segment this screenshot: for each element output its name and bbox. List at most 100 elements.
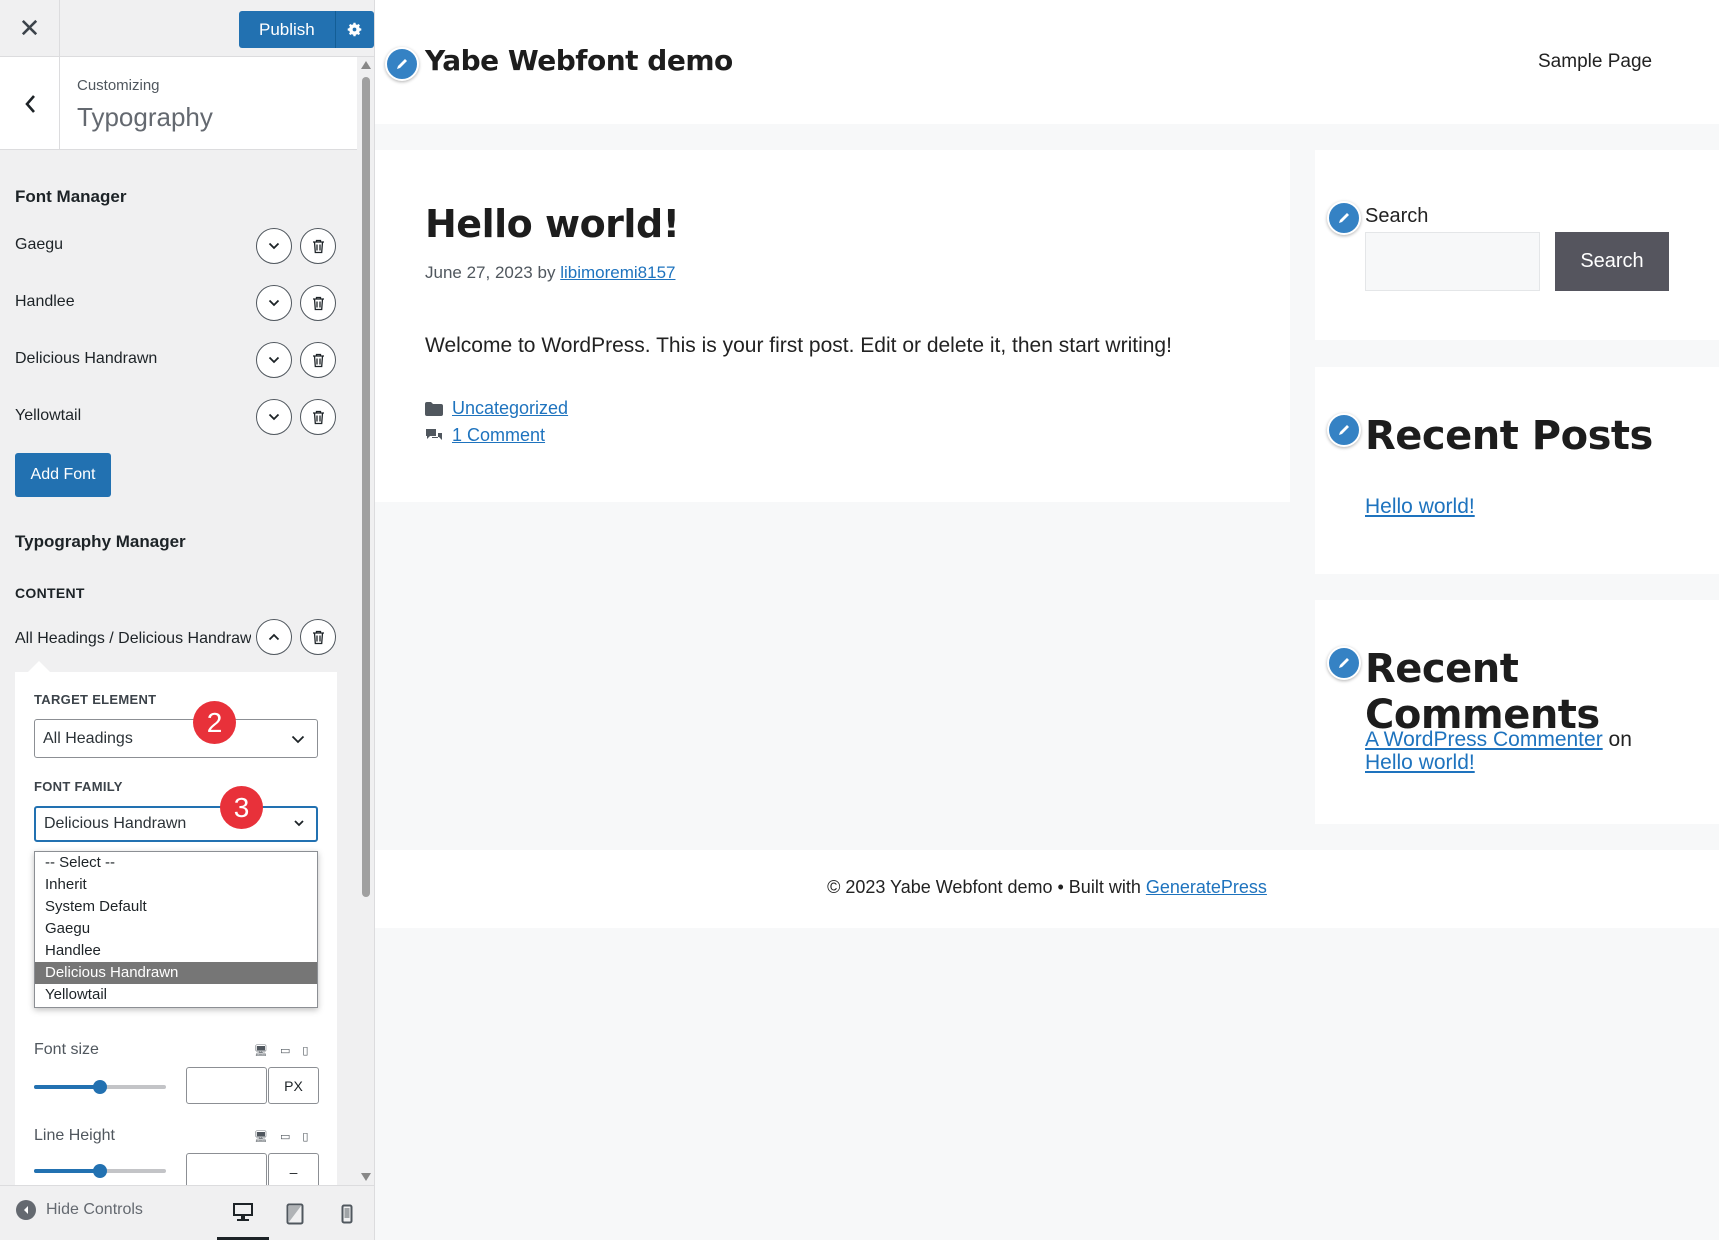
trash-icon bbox=[312, 410, 324, 424]
slider-handle[interactable] bbox=[93, 1080, 107, 1094]
post-meta: June 27, 2023 by libimoremi8157 bbox=[425, 263, 675, 283]
hide-controls-button[interactable]: Hide Controls bbox=[16, 1200, 143, 1220]
close-icon: ✕ bbox=[18, 13, 41, 43]
post-title[interactable]: Hello world! bbox=[425, 202, 680, 246]
edit-recent-posts-button[interactable] bbox=[1327, 413, 1361, 447]
font-family-option[interactable]: -- Select -- bbox=[35, 852, 317, 874]
font-name: Gaegu bbox=[15, 236, 64, 253]
font-family-option[interactable]: Handlee bbox=[35, 940, 317, 962]
footer-copyright: © 2023 Yabe Webfont demo • Built with bbox=[827, 877, 1141, 897]
chevron-left-icon bbox=[24, 94, 35, 113]
search-widget-label: Search bbox=[1365, 205, 1429, 227]
recent-posts-widget: Recent Posts Hello world! bbox=[1315, 367, 1719, 574]
delete-font-button[interactable] bbox=[300, 228, 336, 264]
trash-icon bbox=[312, 353, 324, 367]
edit-site-title-button[interactable] bbox=[385, 47, 419, 81]
post-author-link[interactable]: libimoremi8157 bbox=[560, 263, 675, 282]
trash-icon bbox=[312, 630, 324, 644]
target-element-value: All Headings bbox=[43, 729, 133, 747]
publish-settings-button[interactable] bbox=[335, 11, 374, 48]
expand-font-button[interactable] bbox=[256, 399, 292, 435]
font-row: Delicious Handrawn bbox=[15, 340, 340, 380]
comments-icon bbox=[426, 429, 442, 440]
trash-icon bbox=[312, 296, 324, 310]
section-title: Typography bbox=[77, 102, 213, 132]
post-comments-line: 1 Comment bbox=[425, 425, 545, 446]
edit-recent-comments-button[interactable] bbox=[1327, 646, 1361, 680]
preview-tablet-button[interactable] bbox=[269, 1186, 321, 1240]
line-height-slider[interactable] bbox=[34, 1164, 166, 1178]
slider-fill bbox=[34, 1169, 100, 1173]
chevron-up-icon bbox=[268, 633, 280, 641]
preview-desktop-button[interactable] bbox=[217, 1186, 269, 1240]
font-family-select[interactable]: Delicious Handrawn bbox=[34, 806, 318, 842]
post-body: Welcome to WordPress. This is your first… bbox=[425, 334, 1172, 357]
typography-rule-label[interactable]: All Headings / Delicious Handrawn bbox=[15, 630, 251, 648]
tablet-icon[interactable]: ▭ bbox=[280, 1130, 290, 1143]
add-font-button[interactable]: Add Font bbox=[15, 453, 111, 497]
recent-comments-widget: Recent Comments A WordPress Commenter on… bbox=[1315, 600, 1719, 824]
delete-rule-button[interactable] bbox=[300, 619, 336, 655]
font-size-unit-button[interactable]: PX bbox=[268, 1067, 319, 1104]
recent-post-link[interactable]: Hello world! bbox=[1365, 495, 1475, 519]
font-family-option[interactable]: Inherit bbox=[35, 874, 317, 896]
publish-button[interactable]: Publish bbox=[239, 11, 336, 48]
mobile-icon[interactable]: ▯ bbox=[302, 1044, 308, 1057]
gear-icon bbox=[347, 22, 362, 37]
chevron-down-icon bbox=[268, 299, 280, 307]
font-family-options-list[interactable]: -- Select -- Inherit System Default Gaeg… bbox=[34, 851, 318, 1008]
scroll-thumb[interactable] bbox=[362, 77, 370, 897]
font-family-value: Delicious Handrawn bbox=[44, 815, 187, 832]
font-size-slider[interactable] bbox=[34, 1080, 166, 1094]
expand-font-button[interactable] bbox=[256, 342, 292, 378]
tablet-icon[interactable]: ▭ bbox=[280, 1044, 290, 1057]
post-category-link[interactable]: Uncategorized bbox=[452, 398, 568, 419]
back-button[interactable] bbox=[0, 57, 60, 150]
search-button[interactable]: Search bbox=[1555, 232, 1669, 291]
close-button[interactable]: ✕ bbox=[0, 0, 60, 57]
sidebar-scrollbar[interactable] bbox=[357, 57, 374, 1185]
font-row: Gaegu bbox=[15, 226, 340, 266]
comment-post-link[interactable]: Hello world! bbox=[1365, 751, 1475, 774]
content-group-label: CONTENT bbox=[15, 585, 85, 601]
trash-icon bbox=[312, 239, 324, 253]
post-comments-link[interactable]: 1 Comment bbox=[452, 425, 545, 446]
delete-font-button[interactable] bbox=[300, 285, 336, 321]
nav-sample-page[interactable]: Sample Page bbox=[1538, 51, 1652, 73]
slider-handle[interactable] bbox=[93, 1164, 107, 1178]
delete-font-button[interactable] bbox=[300, 342, 336, 378]
mobile-icon[interactable]: ▯ bbox=[302, 1130, 308, 1143]
scroll-down-arrow-icon[interactable] bbox=[361, 1173, 371, 1181]
scroll-up-arrow-icon[interactable] bbox=[361, 61, 371, 69]
target-element-select[interactable]: All Headings bbox=[34, 719, 318, 758]
font-family-option-selected[interactable]: Delicious Handrawn bbox=[35, 962, 317, 984]
preview-mobile-button[interactable] bbox=[321, 1186, 373, 1240]
font-size-input[interactable] bbox=[186, 1067, 267, 1104]
site-title[interactable]: Yabe Webfont demo bbox=[425, 44, 733, 77]
customizer-footer: Hide Controls bbox=[0, 1185, 374, 1240]
delete-font-button[interactable] bbox=[300, 399, 336, 435]
pencil-icon bbox=[1339, 213, 1349, 223]
section-header: Customizing Typography bbox=[0, 57, 357, 150]
font-family-option[interactable]: Yellowtail bbox=[35, 984, 317, 1006]
footer-theme-link[interactable]: GeneratePress bbox=[1146, 877, 1267, 897]
font-size-label: Font size bbox=[34, 1041, 99, 1058]
recent-comments-title: Recent Comments bbox=[1365, 646, 1600, 738]
collapse-rule-button[interactable] bbox=[256, 619, 292, 655]
font-family-option[interactable]: System Default bbox=[35, 896, 317, 918]
folder-icon bbox=[425, 401, 443, 416]
desktop-icon[interactable]: 🖥 bbox=[254, 1130, 268, 1143]
step-badge-2: 2 bbox=[193, 701, 236, 744]
chevron-down-icon bbox=[268, 242, 280, 250]
recent-comment-entry: A WordPress Commenter on Hello world! bbox=[1365, 728, 1632, 774]
chevron-down-icon bbox=[268, 413, 280, 421]
font-family-option[interactable]: Gaegu bbox=[35, 918, 317, 940]
edit-search-widget-button[interactable] bbox=[1327, 201, 1361, 235]
expand-font-button[interactable] bbox=[256, 228, 292, 264]
site-header: Yabe Webfont demo Sample Page bbox=[375, 0, 1719, 124]
expand-font-button[interactable] bbox=[256, 285, 292, 321]
search-input[interactable] bbox=[1365, 232, 1540, 291]
publish-button-group: Publish bbox=[239, 11, 374, 48]
comment-author-link[interactable]: A WordPress Commenter bbox=[1365, 728, 1603, 751]
desktop-icon[interactable]: 🖥 bbox=[254, 1044, 268, 1057]
